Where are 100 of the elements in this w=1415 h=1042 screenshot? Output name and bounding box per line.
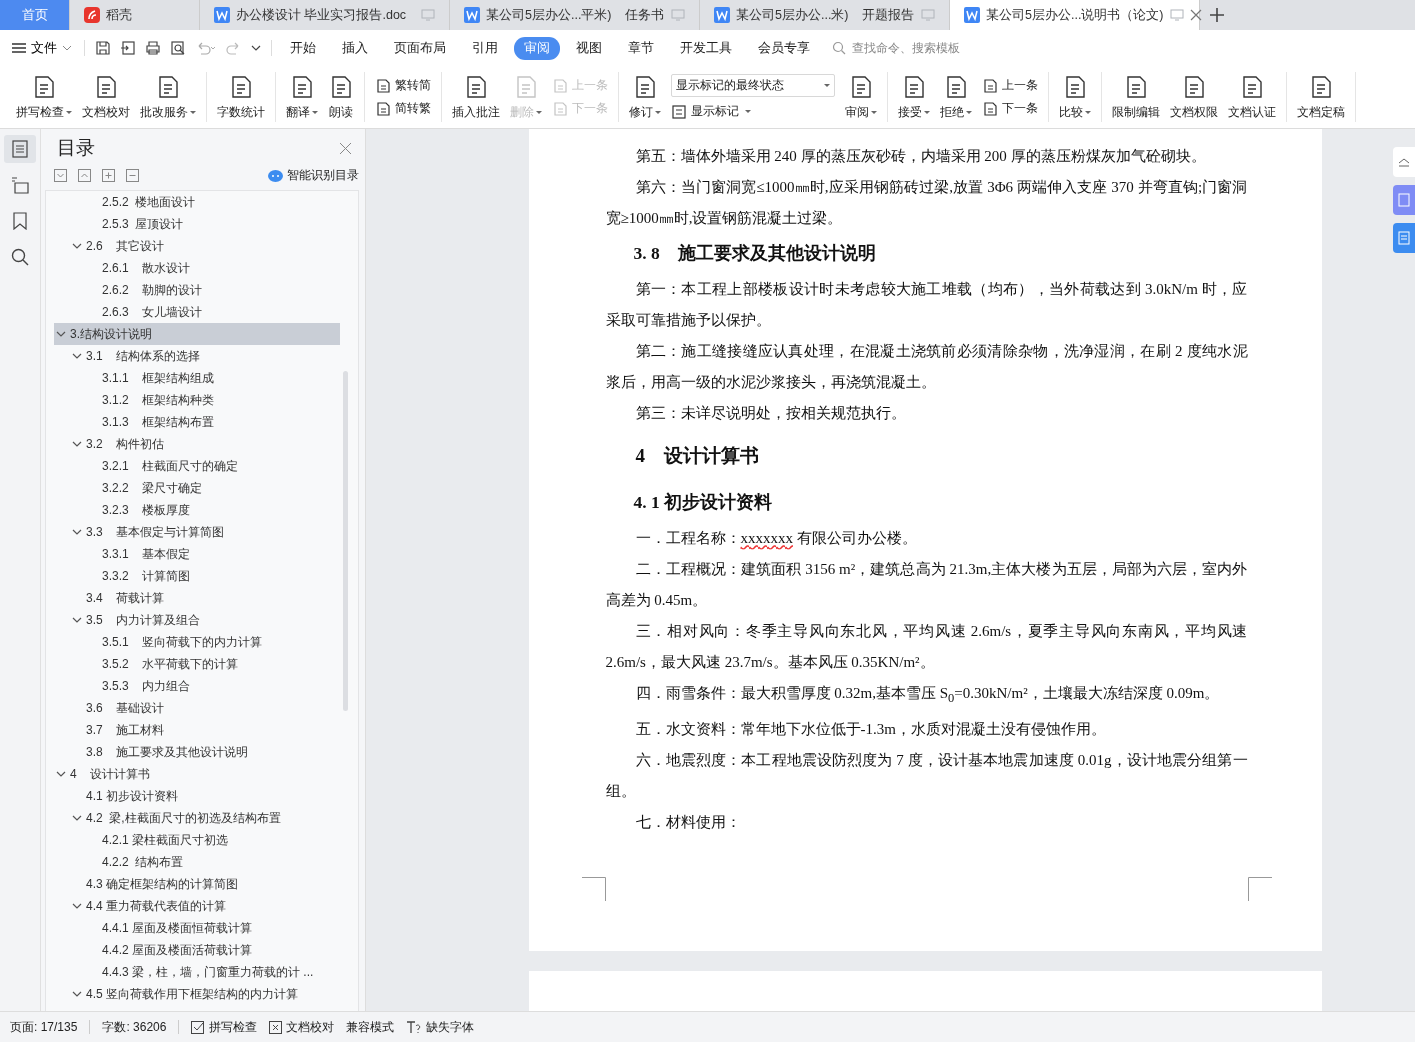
ribbon-small-button[interactable]: 下一条 <box>982 100 1038 117</box>
toc-item[interactable]: 4.4 重力荷载代表值的计算 <box>54 895 340 917</box>
toc-item[interactable]: 4.4.3 梁，柱，墙，门窗重力荷载的计 ... <box>54 961 340 983</box>
ribbon-button[interactable]: 文档认证 <box>1224 73 1280 121</box>
toc-item[interactable]: 3.1.3 框架结构布置 <box>54 411 340 433</box>
chevron-icon[interactable] <box>72 901 82 911</box>
toc-item[interactable]: 3.4 荷载计算 <box>54 587 340 609</box>
ribbon-button[interactable]: 拒绝 <box>936 73 976 121</box>
ribbon-button[interactable]: 比较 <box>1055 73 1095 121</box>
toc-item[interactable]: 3.8 施工要求及其他设计说明 <box>54 741 340 763</box>
toc-item[interactable]: 3.1.2 框架结构种类 <box>54 389 340 411</box>
proofread-button[interactable]: 文档校对 <box>269 1018 335 1036</box>
ribbon-button[interactable]: 文档校对 <box>78 73 134 121</box>
chevron-icon[interactable] <box>72 615 82 625</box>
toc-item[interactable]: 4.1 初步设计资料 <box>54 785 340 807</box>
toc-item[interactable]: 3.1 结构体系的选择 <box>54 345 340 367</box>
collapse-down-icon[interactable] <box>54 169 67 182</box>
toc-label: 3.5.3 内力组合 <box>102 677 191 695</box>
toc-item[interactable]: 4.2.2 结构布置 <box>54 851 340 873</box>
print-icon[interactable] <box>145 40 161 56</box>
chevron-icon[interactable] <box>72 241 82 251</box>
toc-item[interactable]: 2.6.2 勒脚的设计 <box>54 279 340 301</box>
toc-item[interactable]: 3.6 基础设计 <box>54 697 340 719</box>
toc-item[interactable]: 3.5 内力计算及组合 <box>54 609 340 631</box>
export-icon[interactable] <box>120 40 136 56</box>
toc-item[interactable]: 3.2 构件初估 <box>54 433 340 455</box>
toc-item[interactable]: 3.结构设计说明 <box>54 323 340 345</box>
chevron-icon[interactable] <box>72 351 82 361</box>
ribbon-button[interactable]: 文档定稿 <box>1293 73 1349 121</box>
ribbon-button[interactable]: 拼写检查 <box>12 73 76 121</box>
toc-item[interactable]: 2.6 其它设计 <box>54 235 340 257</box>
toc-item[interactable]: 4.2.1 梁柱截面尺寸初选 <box>54 829 340 851</box>
close-icon[interactable] <box>340 142 351 154</box>
collapse-up-icon[interactable] <box>78 169 91 182</box>
ribbon-button[interactable]: 朗读 <box>324 73 358 121</box>
toc-item[interactable]: 4.2 梁,柱截面尺寸的初选及结构布置 <box>54 807 340 829</box>
ribbon-tab[interactable]: 页面布局 <box>384 36 456 60</box>
chevron-icon[interactable] <box>56 329 66 339</box>
save-icon[interactable] <box>95 40 111 56</box>
ribbon-button[interactable]: 审阅 <box>841 73 881 121</box>
toc-item[interactable]: 3.2.1 柱截面尺寸的确定 <box>54 455 340 477</box>
ribbon-tab[interactable]: 引用 <box>462 36 508 60</box>
toc-item[interactable]: 4.4.1 屋面及楼面恒荷载计算 <box>54 917 340 939</box>
toc-item[interactable]: 2.5.3 屋顶设计 <box>54 213 340 235</box>
ribbon-small-button[interactable]: 简转繁 <box>375 100 431 117</box>
chevron-icon[interactable] <box>72 813 82 823</box>
toc-item[interactable]: 3.1.1 框架结构组成 <box>54 367 340 389</box>
new-tab-icon[interactable] <box>1210 8 1224 22</box>
ribbon-tab[interactable]: 章节 <box>618 36 664 60</box>
ribbon-button[interactable]: 修订 <box>625 73 665 121</box>
word-count[interactable]: 字数: 36206 <box>102 1018 167 1036</box>
customize-caret-icon[interactable] <box>251 44 261 52</box>
toc-item[interactable]: 3.5.3 内力组合 <box>54 675 340 697</box>
ribbon-button[interactable]: 字数统计 <box>213 73 269 121</box>
spell-check-button[interactable]: 拼写检查 <box>191 1018 258 1036</box>
ribbon-button[interactable]: 接受 <box>894 73 934 121</box>
toc-item[interactable]: 3.2.2 梁尺寸确定 <box>54 477 340 499</box>
ribbon-tab[interactable]: 插入 <box>332 36 378 60</box>
toc-item[interactable]: 3.3.1 基本假定 <box>54 543 340 565</box>
file-menu-button[interactable]: 文件 <box>12 39 72 57</box>
toc-item[interactable]: 3.3.2 计算简图 <box>54 565 340 587</box>
toc-item[interactable]: 3.7 施工材料 <box>54 719 340 741</box>
ribbon-button[interactable]: 文档权限 <box>1166 73 1222 121</box>
toc-item[interactable]: 4.5 竖向荷载作用下框架结构的内力计算 <box>54 983 340 1005</box>
collapse-all-icon[interactable] <box>126 169 139 182</box>
toc-item[interactable]: 4.3 确定框架结构的计算简图 <box>54 873 340 895</box>
toc-item[interactable]: 3.5.1 竖向荷载下的内力计算 <box>54 631 340 653</box>
smart-toc-button[interactable]: 智能识别目录 <box>268 167 359 184</box>
toc-item[interactable]: 3.5.2 水平荷载下的计算 <box>54 653 340 675</box>
toc-item[interactable]: 2.5.2 楼地面设计 <box>54 191 340 213</box>
ribbon-button[interactable]: 翻译 <box>282 73 322 121</box>
chevron-icon[interactable] <box>72 989 82 999</box>
compat-mode-button[interactable]: 兼容模式 <box>346 1018 395 1036</box>
document-tab[interactable]: 某公司5层办公...说明书（论文) <box>950 0 1200 30</box>
ribbon-small-button[interactable]: 上一条 <box>982 77 1038 94</box>
missing-fonts-button[interactable]: 缺失字体 <box>406 1018 475 1036</box>
page-count[interactable]: 页面: 17/135 <box>10 1018 78 1036</box>
ribbon-tab[interactable]: 视图 <box>566 36 612 60</box>
markup-display-select[interactable]: 显示标记的最终状态 <box>671 74 835 97</box>
toc-item[interactable]: 4 设计计算书 <box>54 763 340 785</box>
toc-item[interactable]: 3.3 基本假定与计算简图 <box>54 521 340 543</box>
ribbon-small-button[interactable]: 显示标记 <box>671 103 835 120</box>
toc-item[interactable]: 2.6.1 散水设计 <box>54 257 340 279</box>
expand-all-icon[interactable] <box>102 169 115 182</box>
ribbon-button[interactable]: 限制编辑 <box>1108 73 1164 121</box>
ribbon-tab[interactable]: 会员专享 <box>748 36 820 60</box>
toc-item[interactable]: 4.4.2 屋面及楼面活荷载计算 <box>54 939 340 961</box>
close-icon[interactable] <box>1189 9 1202 21</box>
ribbon-button[interactable]: 批改服务 <box>136 73 200 121</box>
ribbon-tab[interactable]: 开始 <box>280 36 326 60</box>
toc-panel-icon[interactable] <box>4 135 36 163</box>
toc-item[interactable]: 2.6.3 女儿墙设计 <box>54 301 340 323</box>
ribbon-button[interactable]: 插入批注 <box>448 73 504 121</box>
chevron-icon[interactable] <box>56 769 66 779</box>
print-preview-icon[interactable] <box>170 40 186 56</box>
chevron-icon[interactable] <box>72 439 82 449</box>
chevron-icon[interactable] <box>72 527 82 537</box>
ribbon-small-button[interactable]: 繁转简 <box>375 77 431 94</box>
toc-item[interactable]: 3.2.3 楼板厚度 <box>54 499 340 521</box>
ribbon-tab[interactable]: 开发工具 <box>670 36 742 60</box>
